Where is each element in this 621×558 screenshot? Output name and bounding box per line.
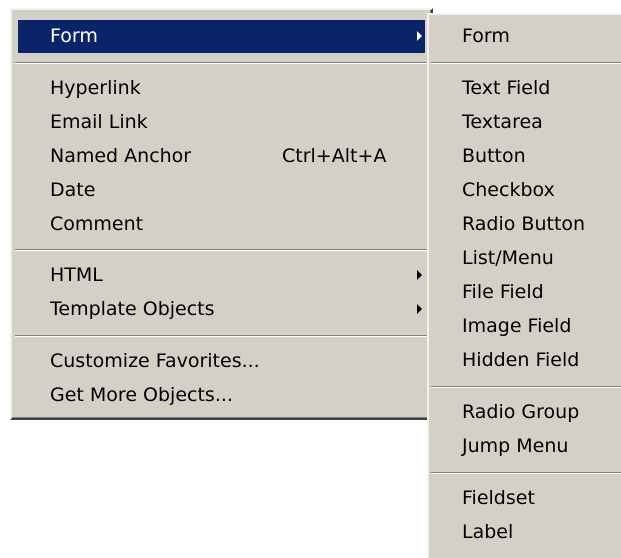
menu-item-hyperlink[interactable]: Hyperlink [18,72,425,105]
menu-item-date[interactable]: Date [18,174,425,207]
submenu-item-image-field[interactable]: Image Field [429,310,621,343]
submenu-item-jump-menu-label: Jump Menu [462,435,569,457]
submenu-arrow-icon [417,304,422,314]
submenu-item-radio-group-label: Radio Group [462,401,580,423]
menu-item-comment-label: Comment [50,213,144,235]
menu-item-get-more-objects-label: Get More Objects... [50,384,233,406]
submenu-item-fieldset-label: Fieldset [462,487,535,509]
menu-separator [15,62,428,64]
submenu-item-textarea-label: Textarea [462,111,543,133]
menu-item-form-label: Form [50,25,98,47]
menu-item-email-link-label: Email Link [50,111,148,133]
submenu-item-list-menu[interactable]: List/Menu [429,242,621,275]
submenu-item-radio-button[interactable]: Radio Button [429,208,621,241]
menu-item-template-objects-label: Template Objects [50,298,215,320]
menu-item-html-label: HTML [50,264,103,286]
submenu-item-jump-menu[interactable]: Jump Menu [429,430,621,463]
submenu-item-checkbox[interactable]: Checkbox [429,174,621,207]
menu-item-email-link[interactable]: Email Link [18,106,425,139]
submenu-item-button[interactable]: Button [429,140,621,173]
insert-menu: Form Hyperlink Email Link Named Anchor C… [10,8,433,420]
menu-item-date-label: Date [50,179,96,201]
submenu-item-list-menu-label: List/Menu [462,247,554,269]
submenu-item-radio-button-label: Radio Button [462,213,586,235]
submenu-item-label[interactable]: Label [429,516,621,549]
submenu-item-button-label: Button [462,145,526,167]
menu-separator [431,386,621,388]
submenu-item-form[interactable]: Form [429,20,621,53]
menu-item-customize-favorites[interactable]: Customize Favorites... [18,345,425,378]
submenu-item-checkbox-label: Checkbox [462,179,555,201]
menu-item-hyperlink-label: Hyperlink [50,77,141,99]
menu-item-get-more-objects[interactable]: Get More Objects... [18,379,425,412]
submenu-item-image-field-label: Image Field [462,315,572,337]
submenu-item-textarea[interactable]: Textarea [429,106,621,139]
submenu-item-form-label: Form [462,25,510,47]
menu-separator [15,249,428,251]
menu-item-html[interactable]: HTML [18,259,425,292]
submenu-item-file-field[interactable]: File Field [429,276,621,309]
submenu-arrow-icon [417,31,422,41]
menu-item-named-anchor-label: Named Anchor [50,145,192,167]
submenu-item-hidden-field-label: Hidden Field [462,349,580,371]
menu-separator [431,472,621,474]
submenu-arrow-icon [417,270,422,280]
menu-item-comment[interactable]: Comment [18,208,425,241]
submenu-item-text-field-label: Text Field [462,77,551,99]
submenu-item-label-label: Label [462,521,514,543]
menu-item-form[interactable]: Form [18,20,425,53]
submenu-item-text-field[interactable]: Text Field [429,72,621,105]
menu-separator [15,335,428,337]
submenu-item-file-field-label: File Field [462,281,544,303]
menu-item-template-objects[interactable]: Template Objects [18,293,425,326]
menu-item-named-anchor[interactable]: Named Anchor Ctrl+Alt+A [18,140,425,173]
submenu-item-fieldset[interactable]: Fieldset [429,482,621,515]
submenu-item-radio-group[interactable]: Radio Group [429,396,621,429]
submenu-item-hidden-field[interactable]: Hidden Field [429,344,621,377]
menu-separator [431,62,621,64]
named-anchor-shortcut: Ctrl+Alt+A [282,145,387,167]
form-submenu: Form Text Field Textarea Button Checkbox… [427,13,621,558]
menu-item-customize-favorites-label: Customize Favorites... [50,350,260,372]
